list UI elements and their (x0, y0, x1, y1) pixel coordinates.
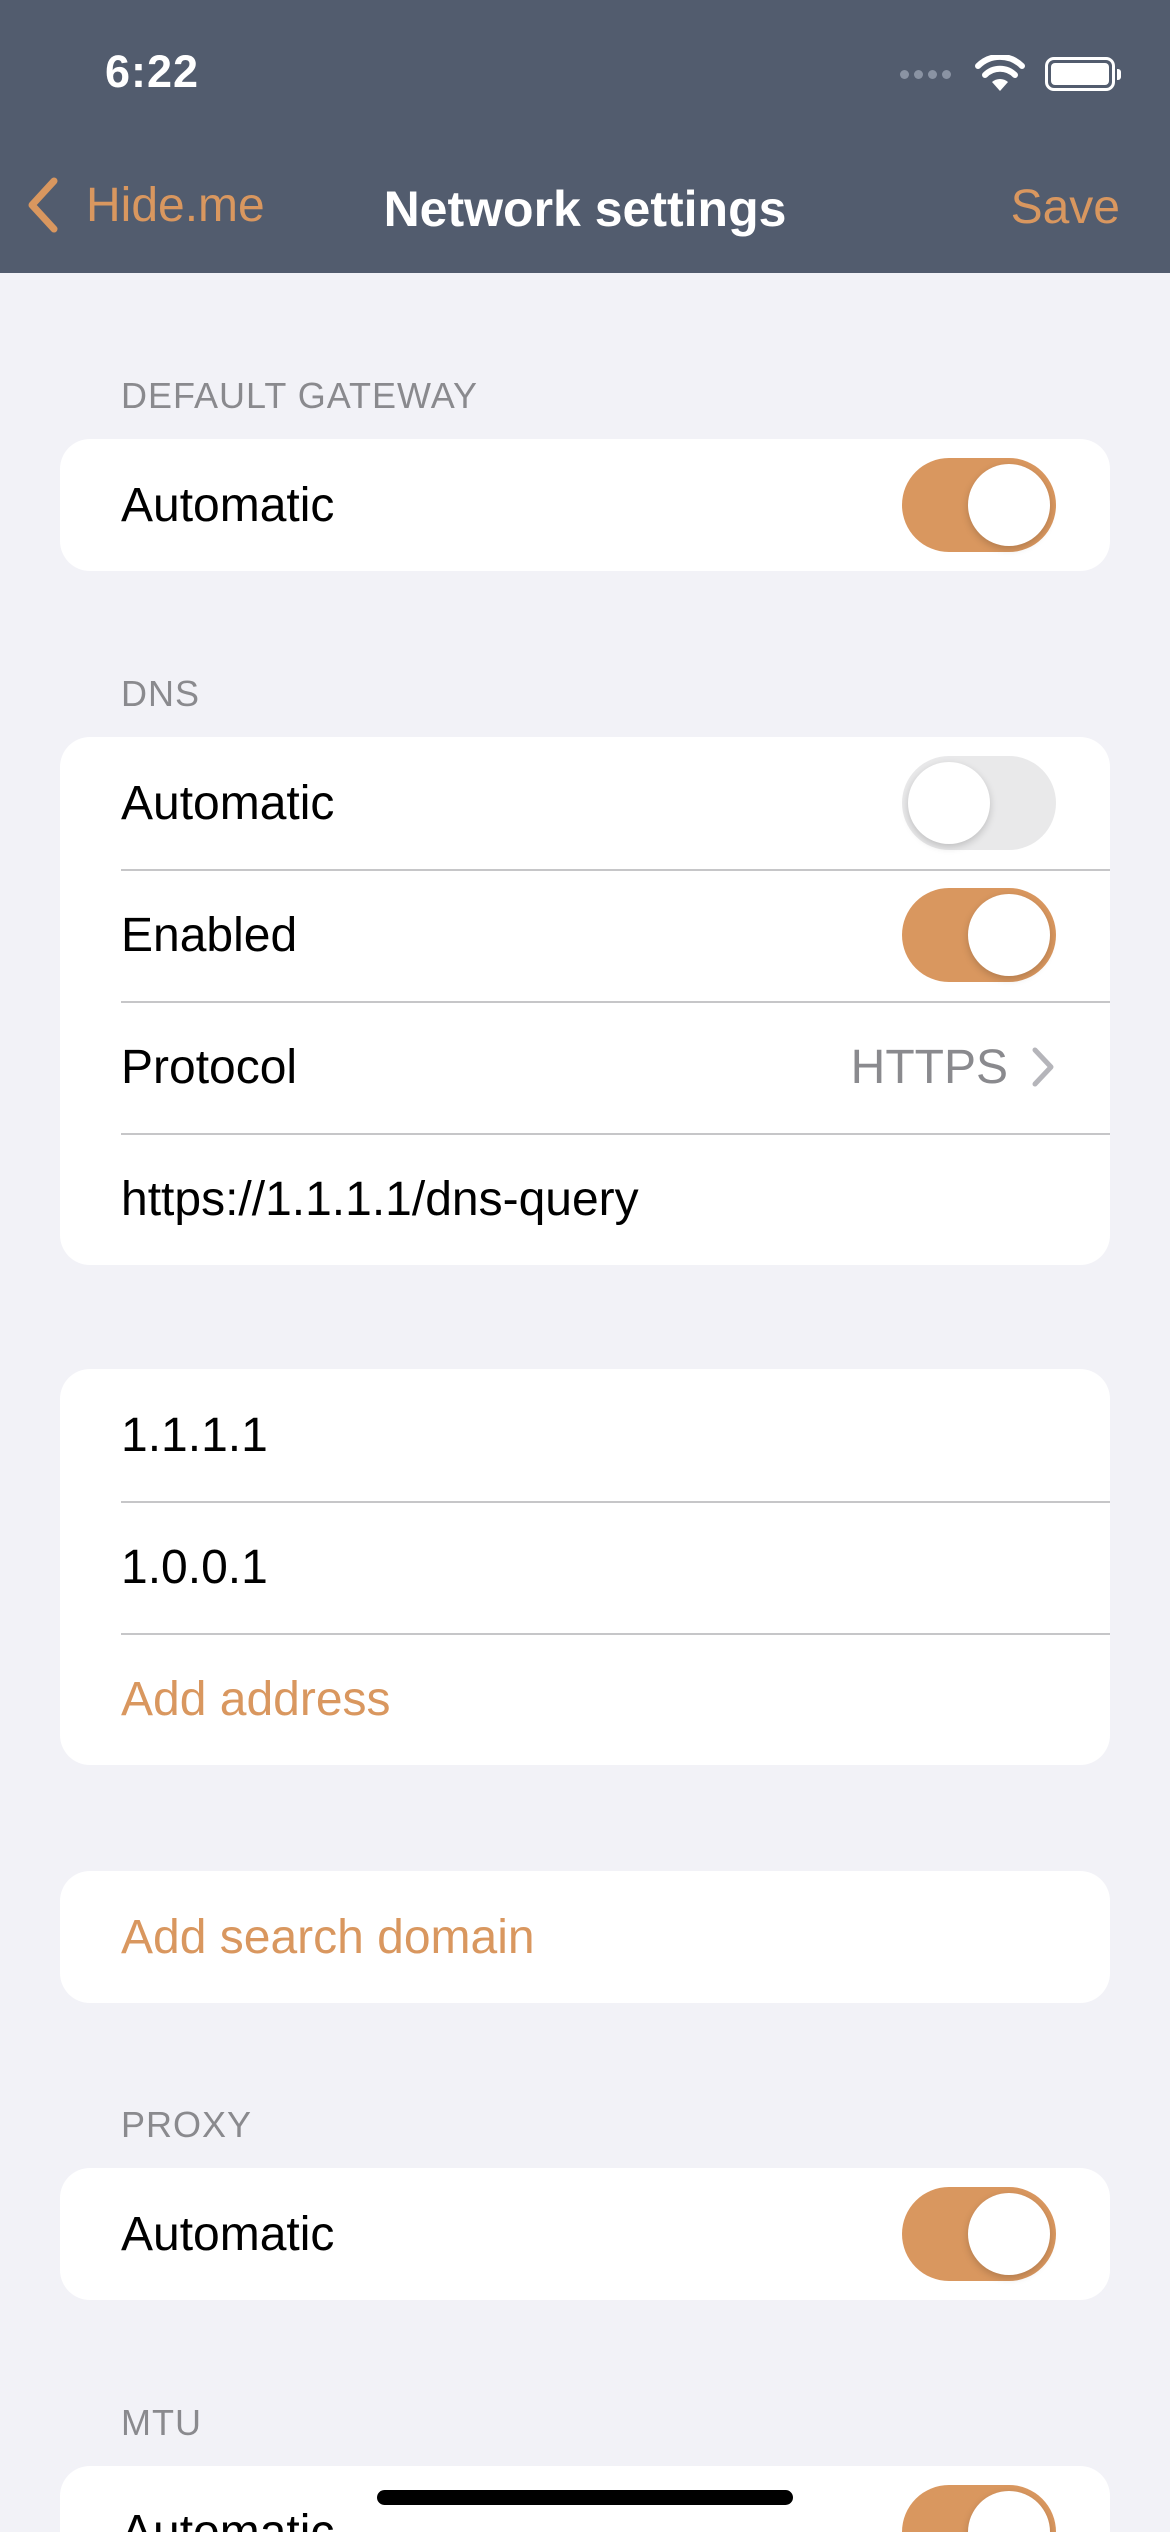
dns-enabled-row: Enabled (60, 869, 1110, 1001)
row-label: Automatic (121, 2505, 335, 2532)
proxy-automatic-toggle[interactable] (902, 2187, 1056, 2281)
default-gateway-automatic-toggle[interactable] (902, 458, 1056, 552)
search-domain-group: Add search domain (60, 1871, 1110, 2003)
add-address-button[interactable]: Add address (60, 1633, 1110, 1765)
dns-url-field[interactable]: https://1.1.1.1/dns-query (60, 1133, 1110, 1265)
address-value: 1.1.1.1 (121, 1408, 268, 1462)
dns-automatic-row: Automatic (60, 737, 1110, 869)
proxy-group: Automatic (60, 2168, 1110, 2300)
section-header-proxy: PROXY (121, 2104, 253, 2145)
section-header-mtu: MTU (121, 2402, 202, 2443)
dns-protocol-value: HTTPS (850, 1040, 1008, 1094)
dns-enabled-toggle[interactable] (902, 888, 1056, 982)
dns-protocol-row[interactable]: Protocol HTTPS (60, 1001, 1110, 1133)
default-gateway-automatic-row: Automatic (60, 439, 1110, 571)
row-label: Automatic (121, 776, 335, 830)
save-button[interactable]: Save (1011, 180, 1120, 235)
list-item-address[interactable]: 1.1.1.1 (60, 1369, 1110, 1501)
mtu-automatic-toggle[interactable] (902, 2485, 1056, 2532)
page-title: Network settings (383, 181, 787, 237)
section-header-dns: DNS (121, 673, 201, 714)
dns-addresses-group: 1.1.1.1 1.0.0.1 Add address (60, 1369, 1110, 1765)
dns-group: Automatic Enabled Protocol HTTPS https:/… (60, 737, 1110, 1265)
battery-icon (1045, 57, 1121, 91)
add-search-domain-button[interactable]: Add search domain (60, 1871, 1110, 2003)
add-address-label: Add address (121, 1672, 391, 1726)
cellular-signal-icon (900, 69, 951, 79)
section-header-default-gateway: DEFAULT GATEWAY (121, 375, 479, 416)
chevron-right-icon (1032, 1047, 1054, 1087)
proxy-automatic-row: Automatic (60, 2168, 1110, 2300)
home-indicator (377, 2490, 793, 2505)
status-time: 6:22 (105, 46, 200, 97)
wifi-icon (975, 55, 1025, 91)
dns-url-value: https://1.1.1.1/dns-query (121, 1172, 639, 1226)
list-item-address[interactable]: 1.0.0.1 (60, 1501, 1110, 1633)
status-icons (900, 52, 1121, 96)
row-label: Enabled (121, 908, 298, 962)
add-search-domain-label: Add search domain (121, 1910, 535, 1964)
navigation-header: 6:22 Hide.me Network settings Save (0, 0, 1170, 273)
default-gateway-group: Automatic (60, 439, 1110, 571)
row-label: Protocol (121, 1040, 298, 1094)
row-label: Automatic (121, 2207, 335, 2261)
address-value: 1.0.0.1 (121, 1540, 268, 1594)
row-label: Automatic (121, 478, 335, 532)
dns-automatic-toggle[interactable] (902, 756, 1056, 850)
